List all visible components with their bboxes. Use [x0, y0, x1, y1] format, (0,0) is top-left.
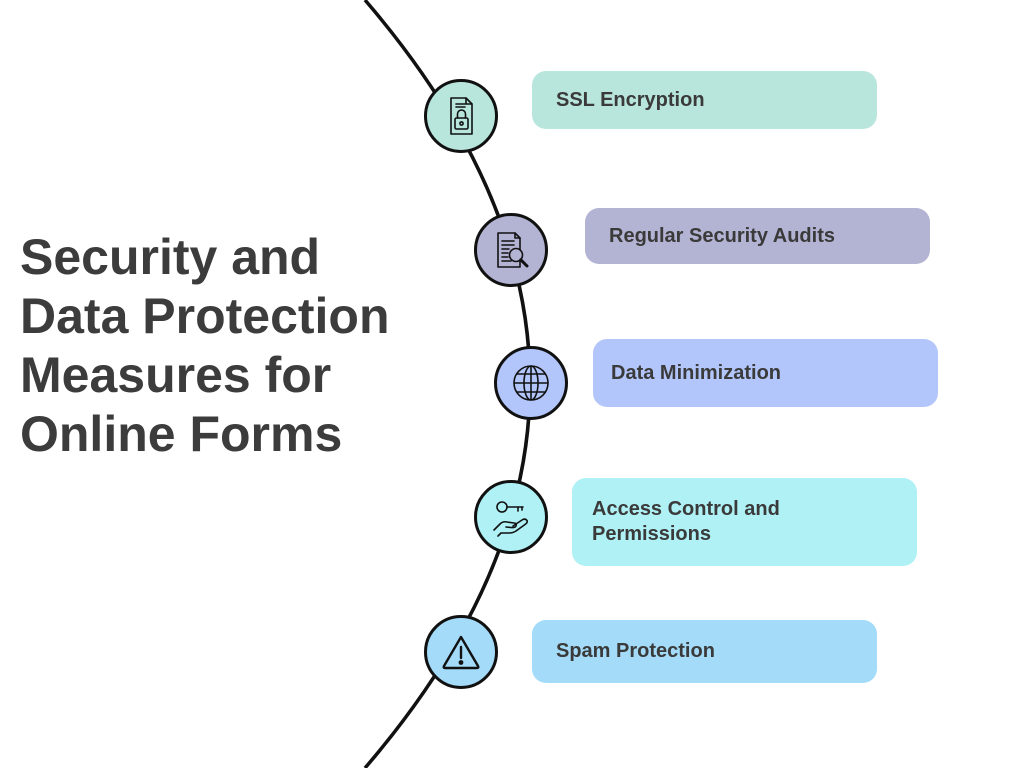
page-title: Security and Data Protection Measures fo…	[20, 228, 440, 464]
access-control-label: Access Control and Permissions	[592, 498, 780, 545]
data-minimization-node	[494, 346, 568, 420]
data-minimization-label: Data Minimization	[611, 361, 782, 384]
document-lock-icon	[450, 97, 473, 135]
warning-icon	[442, 635, 480, 670]
ssl-encryption-node	[424, 79, 498, 153]
spam-protection-card: Spam Protection	[532, 620, 877, 683]
globe-icon	[513, 365, 549, 401]
security-audits-label: Regular Security Audits	[609, 224, 835, 247]
security-audits-node	[474, 213, 548, 287]
document-search-icon	[497, 232, 529, 268]
ssl-encryption-label: SSL Encryption	[556, 88, 705, 111]
key-hand-icon	[493, 501, 529, 537]
title-line-1: Security and	[20, 229, 321, 285]
access-control-card: Access Control and Permissions	[572, 478, 917, 566]
ssl-encryption-card: SSL Encryption	[532, 71, 877, 129]
title-line-2: Data Protection	[20, 288, 390, 344]
access-control-node	[474, 480, 548, 554]
spam-protection-node	[424, 615, 498, 689]
title-line-4: Online Forms	[20, 406, 343, 462]
title-line-3: Measures for	[20, 347, 332, 403]
spam-protection-label: Spam Protection	[556, 640, 715, 662]
data-minimization-card: Data Minimization	[593, 339, 938, 407]
security-audits-card: Regular Security Audits	[585, 208, 930, 264]
